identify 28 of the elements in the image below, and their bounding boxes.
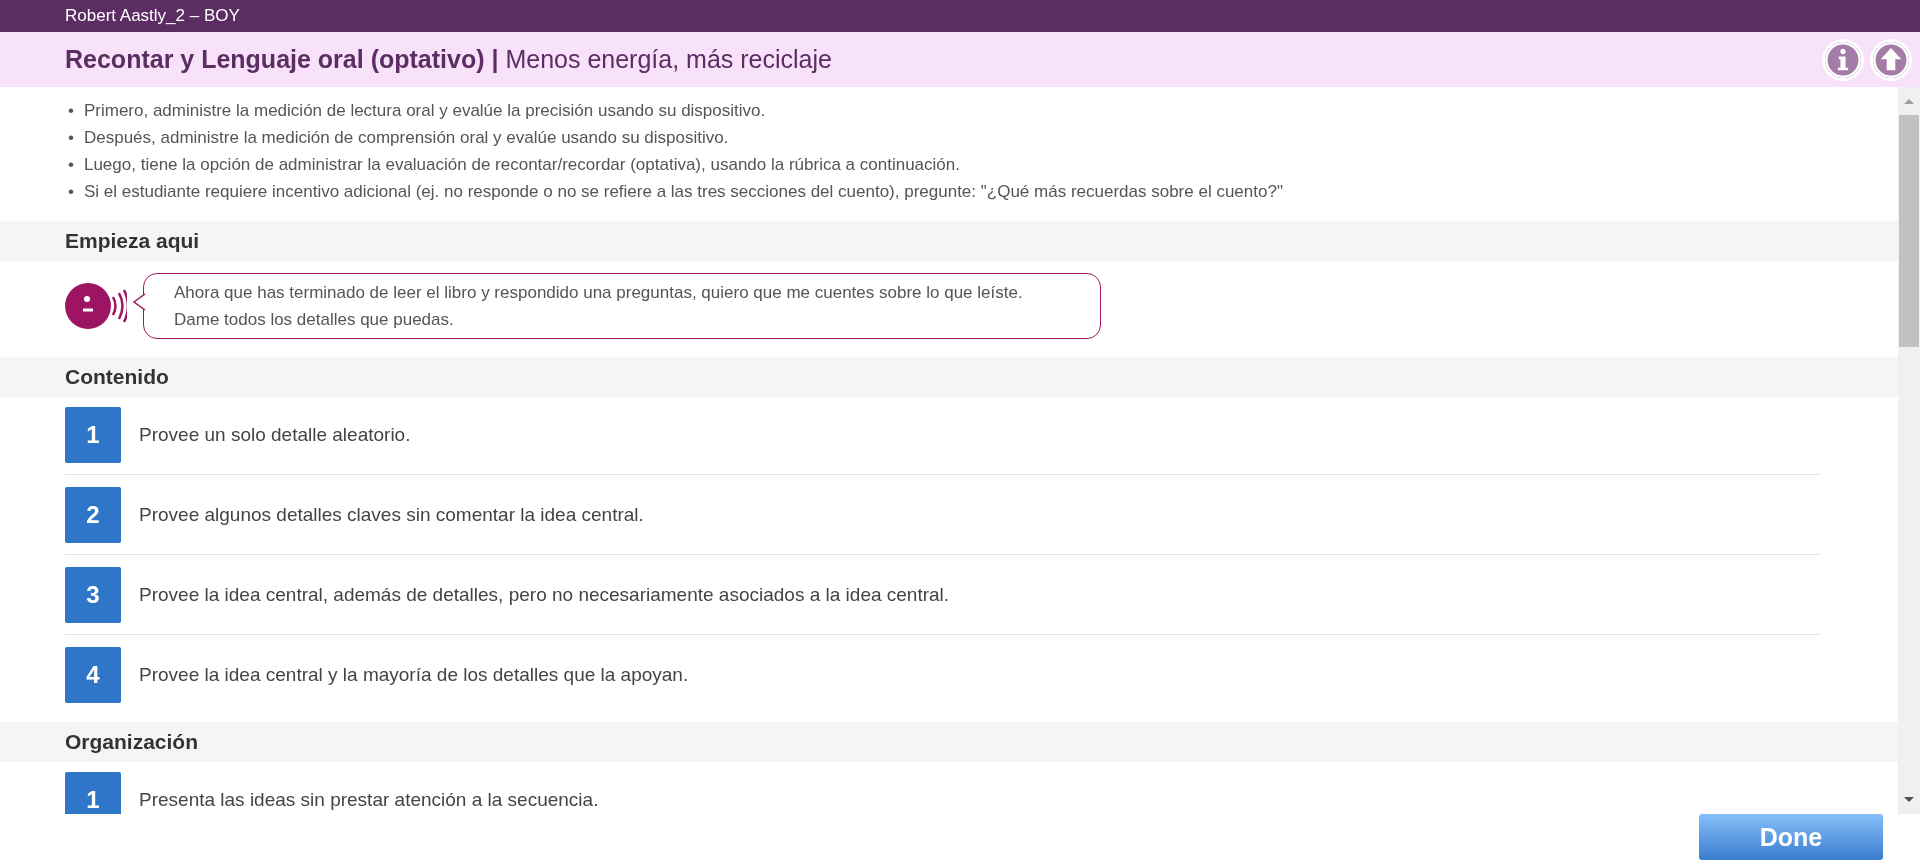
score-number: 4: [65, 647, 121, 703]
bullet-mark: •: [68, 181, 74, 203]
scrollbar[interactable]: [1898, 87, 1920, 814]
info-icon[interactable]: [1822, 38, 1864, 81]
bullet-mark: •: [68, 154, 74, 176]
criterion-text: Provee un solo detalle aleatorio.: [139, 424, 411, 446]
instruction-text: Primero, administre la medición de lectura oral y evalúe la precisión usando su dispositivo.: [83, 100, 766, 122]
section-title: Contenido: [65, 365, 169, 389]
title-bar: Robert Aastly_2 – BOY: [0, 0, 1920, 32]
score-number: 1: [65, 407, 121, 463]
bullet-mark: •: [68, 127, 74, 149]
score-number: 1: [65, 772, 121, 814]
criterion-text: Provee algunos detalles claves sin comentar la idea central.: [139, 504, 644, 526]
speaking-head-icon: [65, 283, 127, 329]
bullet-mark: •: [68, 100, 74, 122]
criterion-text: Provee la idea central, además de detalles, pero no necesariamente asociados a la idea central.: [139, 584, 950, 606]
done-button[interactable]: Done: [1699, 814, 1883, 860]
section-title: Organización: [65, 730, 199, 754]
criterion-text: Provee la idea central y la mayoría de los detalles que la apoyan.: [139, 664, 689, 686]
upload-icon[interactable]: [1870, 38, 1912, 81]
section-title: Empieza aqui: [65, 229, 200, 253]
page-title: Recontar y Lenguaje oral (optativo) | Menos energía, más reciclaje: [65, 45, 833, 74]
instruction-text: Luego, tiene la opción de administrar la evaluación de recontar/recordar (optativa), usando la rúbrica a continuación.: [83, 154, 960, 176]
score-number: 3: [65, 567, 121, 623]
instruction-text: Después, administre la medición de comprensión oral y evalúe usando su dispositivo.: [83, 127, 729, 149]
score-number: 2: [65, 487, 121, 543]
instruction-text: Si el estudiante requiere incentivo adicional (ej. no responde o no se refiere a las tres secciones del cuento), pregunte: "¿Qué más recuerdas sobre el cuento?": [83, 181, 1283, 203]
criterion-text: Presenta las ideas sin prestar atención a la secuencia.: [139, 789, 599, 811]
